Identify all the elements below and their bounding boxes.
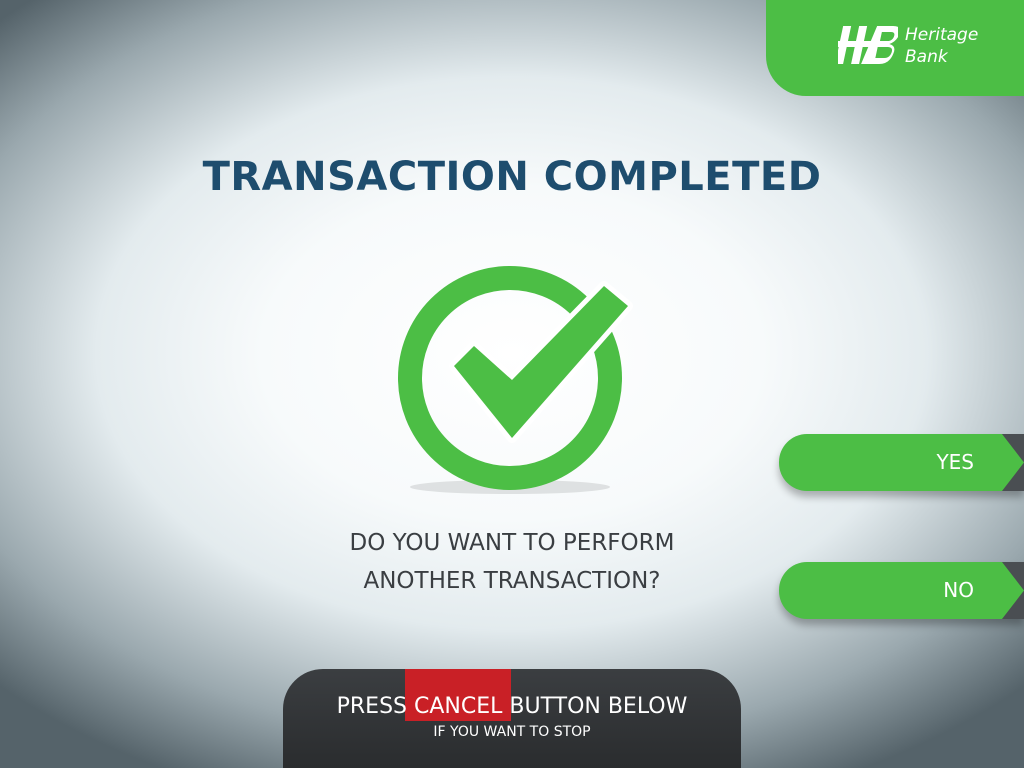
cancel-keyword: CANCEL	[414, 694, 503, 719]
yes-button[interactable]: YES	[779, 434, 1024, 491]
question-line1: DO YOU WANT TO PERFORM	[349, 530, 675, 556]
no-button[interactable]: NO	[779, 562, 1024, 619]
another-transaction-question: DO YOU WANT TO PERFORM ANOTHER TRANSACTI…	[312, 524, 712, 600]
bank-name: Heritage Bank	[905, 24, 978, 68]
no-button-notch	[1002, 562, 1024, 619]
question-line2: ANOTHER TRANSACTION?	[363, 568, 661, 594]
bank-name-line1: Heritage	[905, 25, 979, 45]
page-title: TRANSACTION COMPLETED	[202, 154, 822, 200]
cancel-subtext: IF YOU WANT TO STOP	[433, 724, 591, 740]
bank-name-line2: Bank	[905, 47, 948, 67]
cancel-suffix: BUTTON BELOW	[509, 694, 688, 719]
yes-button-label: YES	[936, 450, 974, 474]
check-circle-icon	[398, 266, 633, 494]
yes-button-notch	[1002, 434, 1024, 491]
no-button-label: NO	[943, 578, 974, 602]
cancel-instruction: PRESS CANCEL BUTTON BELOW	[283, 694, 741, 719]
hb-monogram-icon	[838, 26, 898, 64]
cancel-prefix: PRESS	[336, 694, 407, 719]
